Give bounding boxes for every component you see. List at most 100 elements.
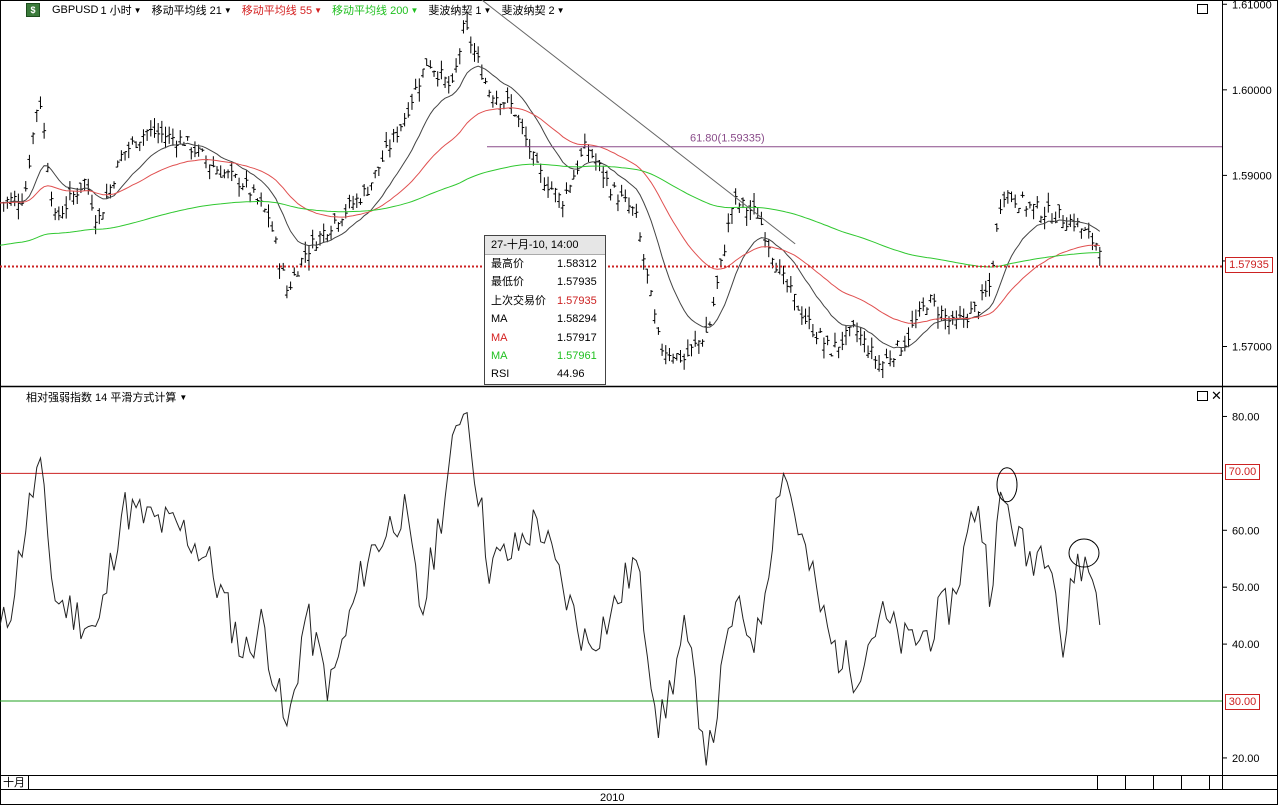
price-bar [270, 221, 275, 232]
price-bar [1005, 190, 1010, 204]
tooltip-value: 1.57961 [557, 349, 597, 362]
maximize-price-panel-button[interactable] [1197, 4, 1208, 14]
price-bar [56, 206, 61, 221]
chevron-down-icon: ▼ [410, 5, 419, 15]
price-bar [884, 348, 889, 359]
price-bar [262, 208, 267, 213]
price-bar [626, 197, 631, 214]
price-bar [660, 343, 665, 356]
price-bar [969, 301, 974, 314]
price-bar [998, 199, 1003, 215]
price-bar [126, 141, 131, 159]
price-bar [1057, 204, 1062, 219]
price-bar [446, 76, 451, 94]
rsi-title-label: 相对强弱指数 14 平滑方式计算 [26, 392, 177, 404]
price-bar [347, 194, 352, 209]
price-bar [115, 160, 120, 168]
price-bar [1061, 215, 1066, 229]
price-bar [799, 306, 804, 325]
price-bar [1094, 242, 1099, 251]
price-bar [744, 207, 749, 226]
price-bar [1038, 215, 1043, 224]
tooltip-value: 1.57935 [557, 276, 597, 289]
price-bar [542, 177, 547, 191]
indicator-label: 斐波纳契 2 [501, 5, 555, 17]
price-bar [788, 276, 793, 293]
price-bar [266, 204, 271, 228]
price-bar [75, 187, 80, 204]
price-bar [450, 73, 455, 83]
price-bar [432, 70, 437, 77]
price-bar [1002, 191, 1007, 208]
trend-line [481, 0, 796, 245]
price-bar [362, 184, 367, 197]
price-bar [571, 169, 576, 180]
tooltip-date: 27-十月-10, 14:00 [485, 236, 605, 255]
price-bar [869, 337, 874, 360]
maximize-rsi-panel-button[interactable] [1197, 391, 1208, 401]
price-bar [134, 141, 139, 149]
price-bar [928, 294, 933, 303]
indicator-ma55[interactable]: 移动平均线 55 ▼ [242, 2, 322, 18]
price-bar [844, 325, 848, 346]
price-bar [104, 183, 109, 199]
price-bar [200, 148, 205, 152]
price-bar [402, 112, 407, 127]
tooltip-label: 上次交易价 [491, 294, 546, 307]
price-bar [634, 203, 639, 218]
price-bar [649, 290, 654, 297]
timeframe-label: 1 小时 [100, 5, 132, 17]
price-bar [553, 187, 558, 203]
price-bar [902, 335, 907, 352]
price-bar [873, 356, 878, 369]
price-bar [880, 361, 885, 379]
price-bar [494, 90, 499, 105]
price-bar [332, 213, 337, 224]
indicator-fib2[interactable]: 斐波纳契 2 ▼ [501, 2, 564, 18]
price-bar [921, 297, 926, 312]
price-bar [704, 316, 709, 333]
price-tick-label: 1.59000 [1232, 170, 1272, 182]
price-bar [652, 309, 657, 324]
symbol-selector[interactable]: GBPUSD 1 小时 ▼ [52, 2, 142, 18]
price-bar [395, 126, 400, 143]
indicator-ma21[interactable]: 移动平均线 21 ▼ [152, 2, 232, 18]
price-bar [130, 136, 135, 145]
price-bar [123, 151, 128, 161]
fibonacci-label: 61.80(1.59335) [690, 133, 765, 145]
price-bar [1027, 201, 1032, 209]
instrument-icon: $ [26, 3, 40, 17]
price-tick-label: 1.60000 [1232, 85, 1272, 97]
indicator-fib1[interactable]: 斐波纳契 1 ▼ [428, 2, 491, 18]
rsi-tick-label: 80.00 [1232, 411, 1260, 423]
price-bar [1049, 213, 1054, 224]
chart-canvas[interactable]: 61.80(1.59335) 1.61000 1.60000 1.59000 1.58… [0, 0, 1278, 805]
tooltip-row: 最低价 1.57935 [485, 273, 605, 291]
price-bar [174, 140, 179, 158]
price-bar [490, 95, 495, 108]
indicator-ma200[interactable]: 移动平均线 200 ▼ [332, 2, 418, 18]
price-bar [413, 78, 418, 90]
price-bar [226, 169, 231, 179]
price-bar [560, 201, 565, 218]
price-bar [803, 308, 808, 325]
price-bar [781, 265, 786, 285]
price-bar [924, 307, 929, 315]
price-bar [240, 183, 245, 191]
tooltip-row: MA 1.57917 [485, 329, 605, 347]
price-bar [638, 232, 643, 242]
chevron-down-icon: ▼ [483, 5, 492, 15]
price-bar [847, 326, 852, 337]
close-icon[interactable]: ✕ [1211, 389, 1222, 402]
price-bar [38, 96, 43, 109]
rsi-line [0, 411, 1101, 766]
price-bar [1083, 226, 1088, 231]
price-bar [604, 170, 609, 187]
price-bar [546, 176, 551, 198]
time-year-label: 2010 [600, 792, 624, 804]
price-bar [222, 169, 227, 179]
price-bar [549, 181, 554, 190]
rsi-panel-title[interactable]: 相对强弱指数 14 平滑方式计算 ▼ [26, 389, 187, 405]
price-bar [895, 340, 900, 346]
price-bar [192, 141, 197, 158]
